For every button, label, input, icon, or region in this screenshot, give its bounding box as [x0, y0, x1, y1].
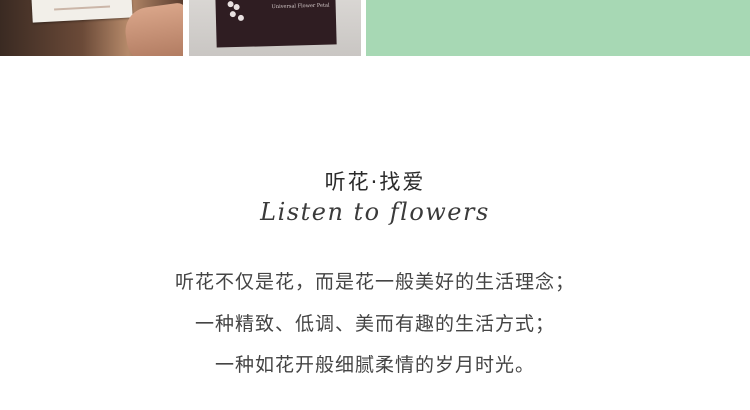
photo-dark-packet: Universal Flower Petal [189, 0, 361, 56]
packet-label: Universal Flower Petal [271, 2, 330, 11]
packet-image: Universal Flower Petal [215, 0, 337, 48]
photo-strip: Universal Flower Petal [0, 0, 750, 56]
paragraph-line-1: 听花不仅是花，而是花一般美好的生活理念； [174, 271, 575, 293]
mint-green-panel [366, 0, 750, 56]
page-subtitle: Listen to flowers [260, 198, 490, 226]
paragraph-line-3: 一种如花开般细腻柔情的岁月时光。 [214, 354, 535, 376]
photo-hand-holding-card [0, 0, 183, 56]
paragraph-line-2: 一种精致、低调、美而有趣的生活方式； [194, 313, 555, 335]
page-title: 听花·找爱 [324, 170, 426, 194]
card-image [31, 0, 133, 23]
